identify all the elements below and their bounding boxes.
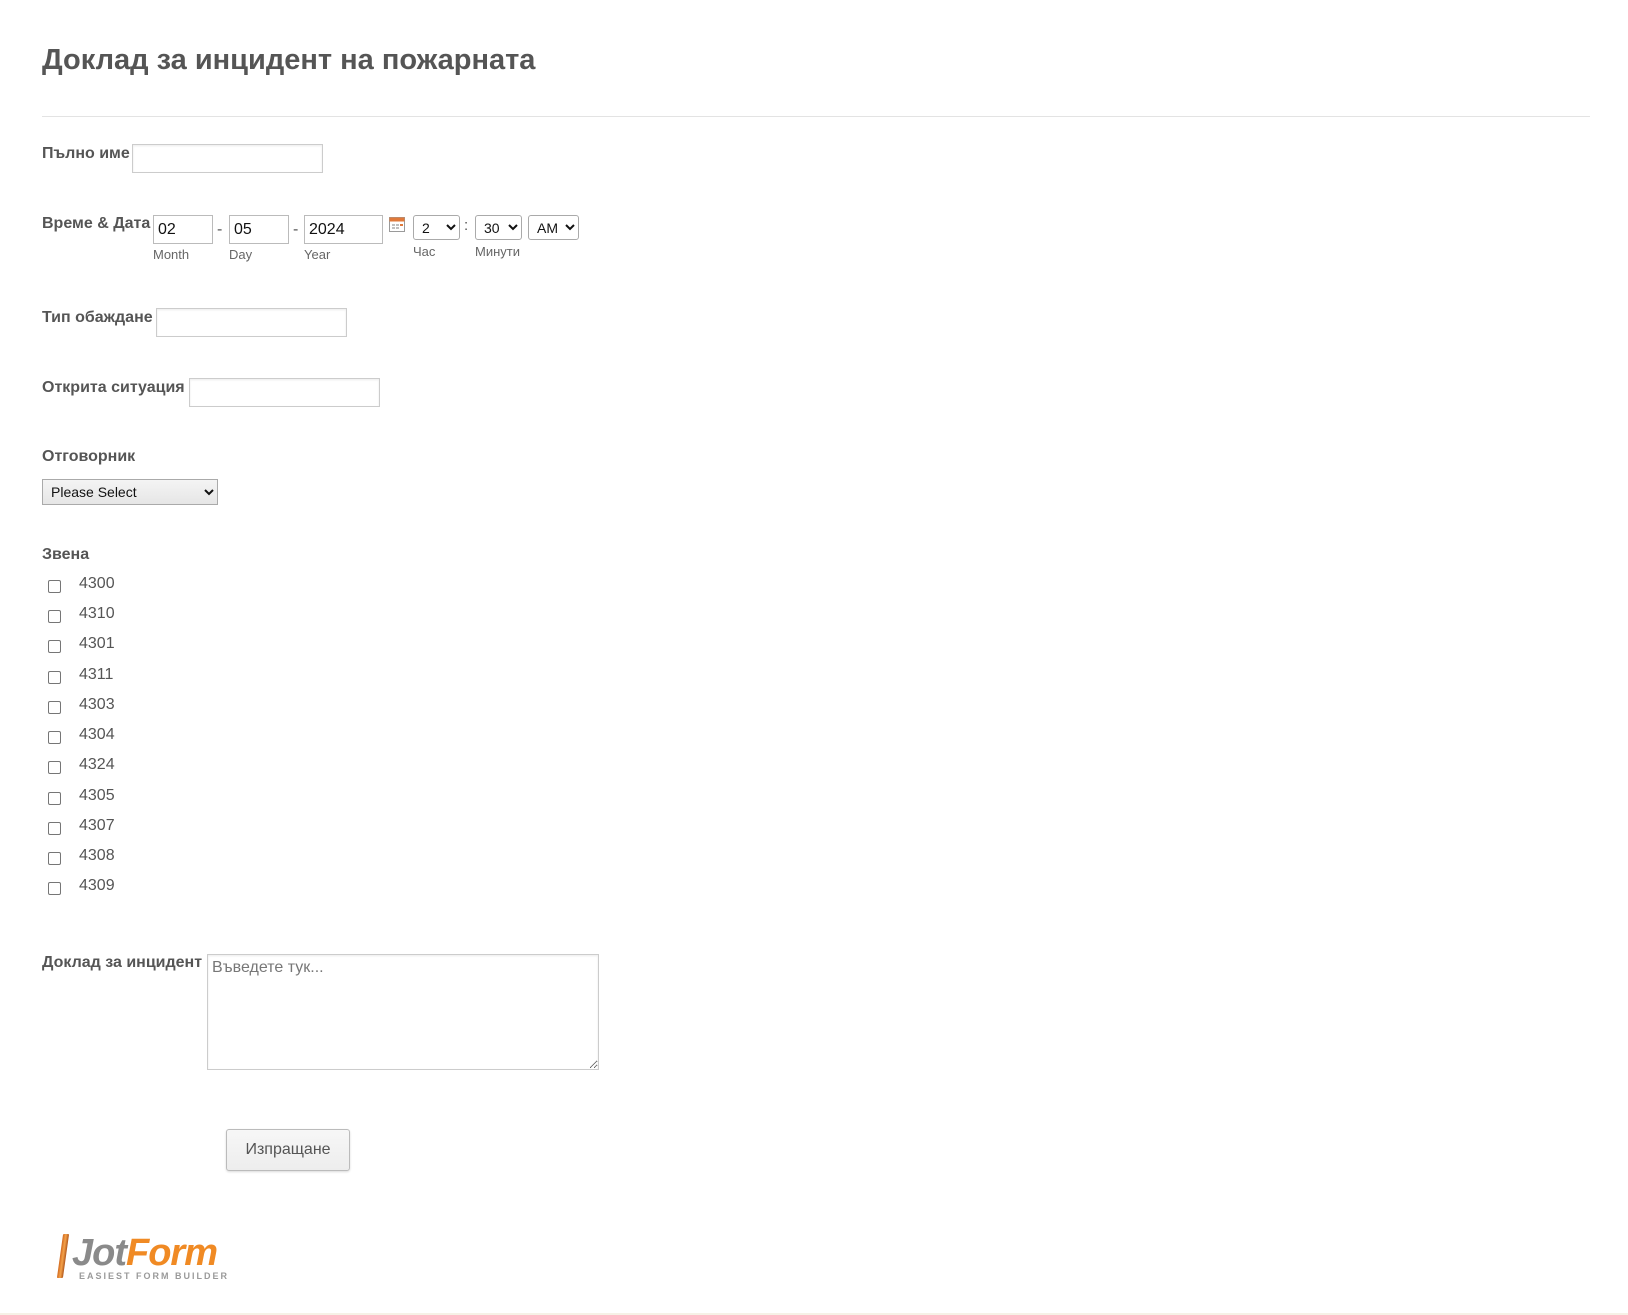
logo-jot: Jot bbox=[72, 1232, 127, 1274]
unit-option-label: 4307 bbox=[79, 817, 115, 834]
responder-select[interactable]: Please Select bbox=[42, 479, 218, 505]
unit-option-label: 4303 bbox=[79, 696, 115, 713]
month-sublabel: Month bbox=[153, 247, 190, 262]
full-name-label: Пълно име bbox=[42, 145, 130, 162]
unit-option[interactable]: 4304 bbox=[48, 723, 115, 747]
submit-button[interactable]: Изпращане bbox=[226, 1129, 350, 1171]
page-title: Доклад за инцидент на пожарната bbox=[42, 44, 536, 76]
unit-option-label: 4304 bbox=[79, 726, 115, 743]
year-sublabel: Year bbox=[304, 247, 331, 262]
unit-checkbox[interactable] bbox=[48, 609, 61, 623]
incident-report-textarea[interactable] bbox=[207, 954, 599, 1070]
unit-option-label: 4301 bbox=[79, 635, 115, 652]
unit-option[interactable]: 4300 bbox=[48, 572, 115, 596]
form-page: Доклад за инцидент на пожарната Пълно им… bbox=[0, 0, 1628, 1315]
units-label: Звена bbox=[42, 546, 90, 563]
ampm-select[interactable]: AM bbox=[528, 215, 579, 240]
date-separator: - bbox=[293, 221, 299, 238]
unit-checkbox[interactable] bbox=[48, 700, 61, 714]
month-input[interactable] bbox=[153, 215, 213, 244]
unit-option[interactable]: 4301 bbox=[48, 632, 115, 656]
minute-sublabel: Минути bbox=[475, 244, 520, 259]
situation-found-label: Открита ситуация bbox=[42, 379, 185, 396]
unit-option[interactable]: 4303 bbox=[48, 693, 115, 717]
jotform-logo[interactable]: JotForm EASIEST FORM BUILDER bbox=[56, 1232, 230, 1284]
incident-report-label: Доклад за инцидент bbox=[42, 954, 203, 971]
unit-checkbox[interactable] bbox=[48, 579, 61, 593]
datetime-label: Време & Дата bbox=[42, 215, 151, 232]
situation-found-input[interactable] bbox=[189, 378, 380, 407]
unit-option[interactable]: 4324 bbox=[48, 753, 115, 777]
title-divider bbox=[42, 116, 1590, 117]
hour-select[interactable]: 2 bbox=[413, 215, 460, 240]
unit-checkbox[interactable] bbox=[48, 881, 61, 895]
unit-option[interactable]: 4309 bbox=[48, 874, 115, 898]
unit-checkbox[interactable] bbox=[48, 791, 61, 805]
unit-option[interactable]: 4305 bbox=[48, 784, 115, 808]
unit-option[interactable]: 4311 bbox=[48, 663, 113, 687]
pencil-icon bbox=[56, 1234, 70, 1278]
call-type-input[interactable] bbox=[156, 308, 347, 337]
unit-option-label: 4305 bbox=[79, 787, 115, 804]
unit-checkbox[interactable] bbox=[48, 670, 61, 684]
unit-option[interactable]: 4307 bbox=[48, 814, 115, 838]
logo-wordmark: JotForm bbox=[72, 1232, 218, 1275]
minute-select[interactable]: 30 bbox=[475, 215, 522, 240]
call-type-label: Тип обаждане bbox=[42, 309, 153, 326]
unit-checkbox[interactable] bbox=[48, 730, 61, 744]
unit-checkbox[interactable] bbox=[48, 760, 61, 774]
year-input[interactable] bbox=[304, 215, 383, 244]
unit-option-label: 4310 bbox=[79, 605, 115, 622]
hour-sublabel: Час bbox=[413, 244, 436, 259]
unit-option[interactable]: 4310 bbox=[48, 602, 115, 626]
day-sublabel: Day bbox=[229, 247, 253, 262]
unit-option-label: 4308 bbox=[79, 847, 115, 864]
unit-checkbox[interactable] bbox=[48, 821, 61, 835]
logo-form: Form bbox=[126, 1232, 218, 1274]
time-separator: : bbox=[464, 217, 469, 234]
date-separator: - bbox=[217, 221, 223, 238]
unit-option[interactable]: 4308 bbox=[48, 844, 115, 868]
unit-checkbox[interactable] bbox=[48, 851, 61, 865]
full-name-input[interactable] bbox=[132, 144, 323, 173]
day-input[interactable] bbox=[229, 215, 289, 244]
unit-checkbox[interactable] bbox=[48, 639, 61, 653]
unit-option-label: 4309 bbox=[79, 877, 115, 894]
unit-option-label: 4300 bbox=[79, 575, 115, 592]
logo-tagline: EASIEST FORM BUILDER bbox=[79, 1271, 230, 1281]
unit-option-label: 4311 bbox=[79, 666, 114, 683]
unit-option-label: 4324 bbox=[79, 756, 115, 773]
responder-label: Отговорник bbox=[42, 448, 136, 465]
calendar-icon[interactable] bbox=[389, 216, 405, 232]
